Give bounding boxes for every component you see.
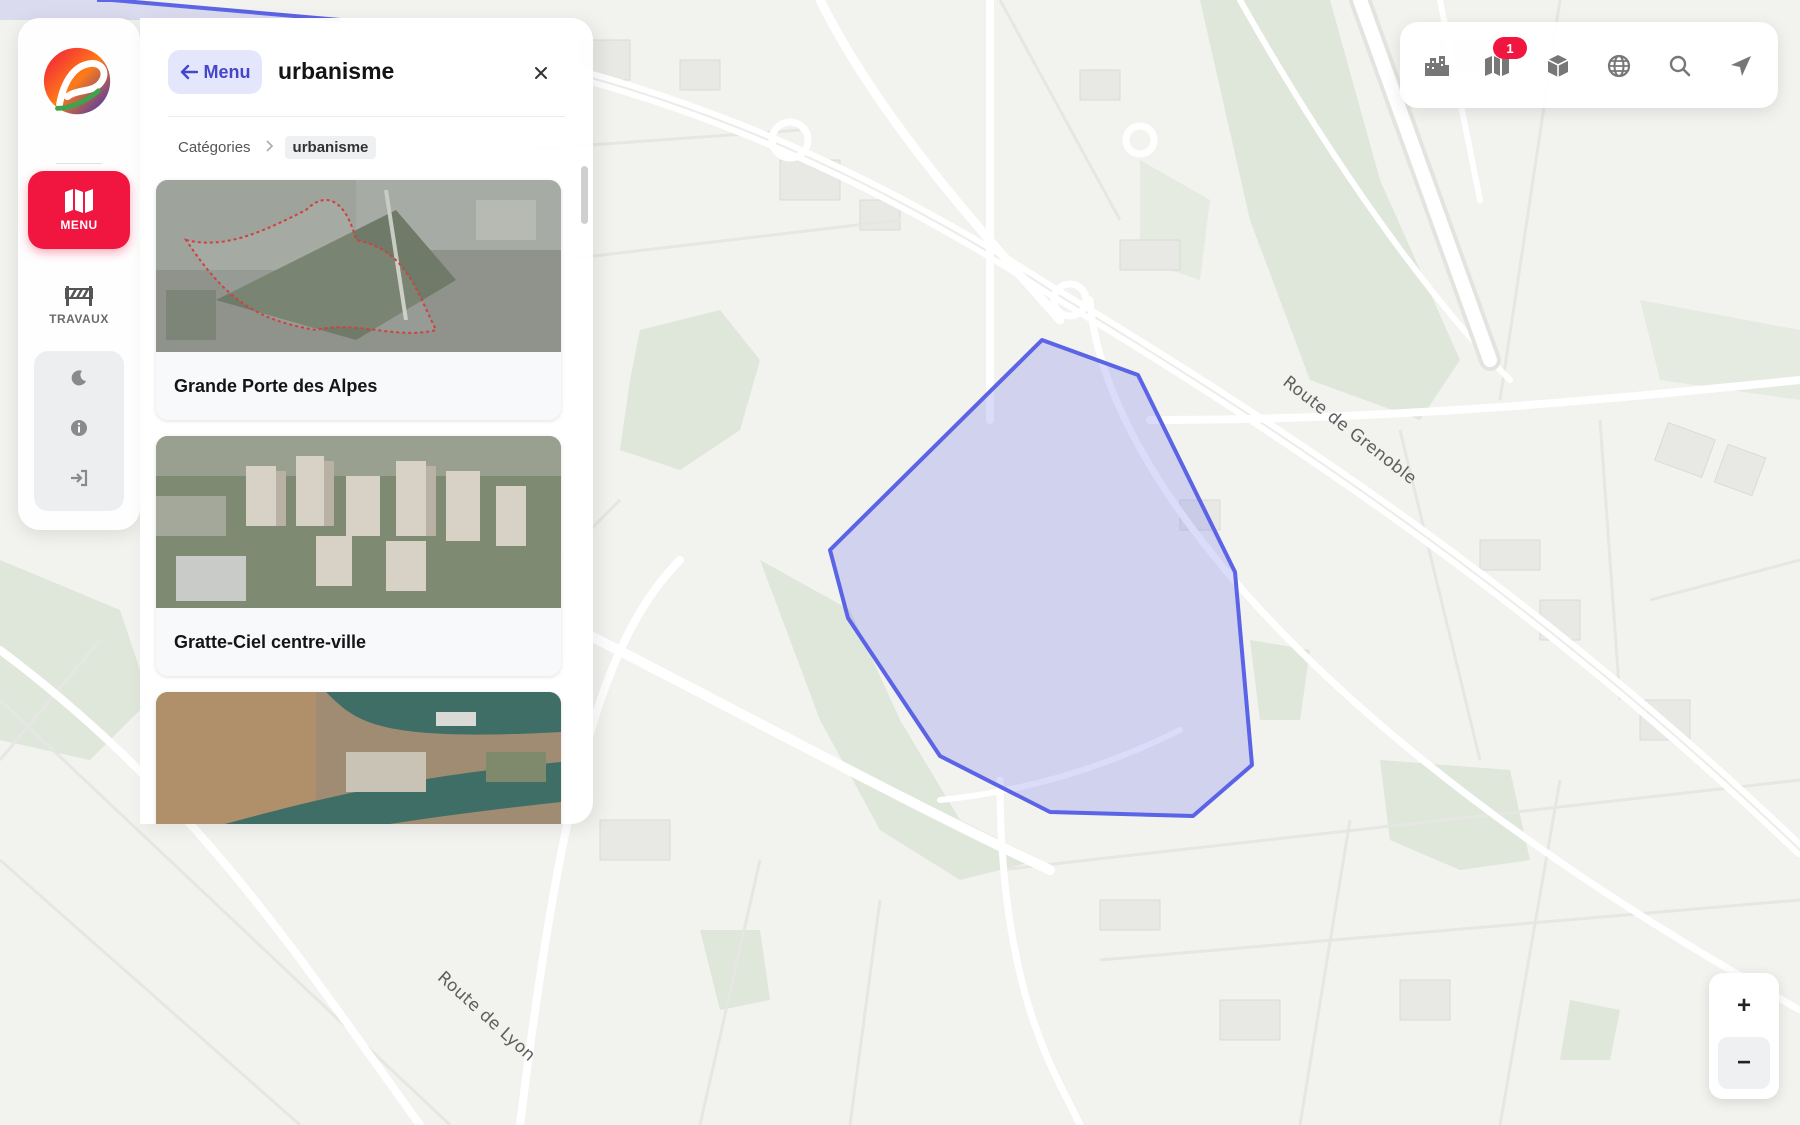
card-image-aerial-city (156, 436, 561, 608)
locate-icon (1731, 56, 1751, 76)
scrollbar[interactable] (581, 166, 588, 224)
city-icon (1425, 56, 1449, 76)
panel-divider (168, 116, 565, 117)
card-grande-porte-des-alpes[interactable]: Grande Porte des Alpes (156, 180, 561, 420)
cube-icon (1547, 55, 1569, 77)
breadcrumb-current: urbanisme (284, 136, 377, 159)
city-layer-button[interactable] (1424, 53, 1450, 79)
map-notification-badge: 1 (1493, 37, 1527, 59)
card-image-aerial-map (156, 180, 561, 352)
works-button[interactable]: TRAVAUX (28, 274, 130, 336)
back-button-label: Menu (203, 61, 251, 82)
close-panel-button[interactable] (528, 60, 554, 86)
map-icon (65, 189, 93, 213)
rail-divider (56, 163, 102, 164)
zoom-controls: + − (1709, 973, 1779, 1099)
roadblock-icon (65, 286, 93, 306)
breadcrumb-root[interactable]: Catégories (178, 139, 251, 156)
search-button[interactable] (1667, 53, 1693, 79)
back-to-menu-button[interactable]: Menu (168, 50, 262, 94)
panel-title: urbanisme (278, 58, 395, 84)
info-button[interactable] (67, 416, 91, 440)
card-title: Gratte-Ciel centre-ville (174, 632, 367, 652)
zoom-in-button[interactable]: + (1718, 980, 1770, 1032)
info-icon (71, 420, 87, 436)
card-riverside-aerial[interactable] (156, 692, 561, 824)
moon-icon (71, 370, 86, 386)
menu-button[interactable]: MENU (28, 171, 130, 249)
arrow-left-icon (180, 64, 198, 80)
close-icon (535, 67, 547, 79)
globe-icon (1607, 54, 1631, 78)
globe-button[interactable] (1606, 53, 1632, 79)
card-title: Grande Porte des Alpes (174, 376, 378, 396)
card-gratte-ciel-centre-ville[interactable]: Gratte-Ciel centre-ville (156, 436, 561, 676)
sidebar-rail: MENU TRAVAUX (18, 18, 140, 530)
chevron-right-icon (265, 139, 273, 156)
works-button-label: TRAVAUX (49, 312, 109, 326)
category-panel: Menu urbanisme Catégories urbanisme Gran… (140, 18, 593, 824)
menu-button-label: MENU (60, 218, 98, 232)
breadcrumb: Catégories urbanisme (178, 136, 377, 159)
zoom-out-button[interactable]: − (1718, 1037, 1770, 1089)
dark-mode-toggle[interactable] (67, 366, 91, 390)
3d-view-button[interactable] (1545, 53, 1571, 79)
app-logo[interactable] (40, 44, 118, 122)
settings-group (34, 351, 124, 511)
login-button[interactable] (67, 466, 91, 490)
login-icon (71, 469, 88, 487)
search-icon (1669, 55, 1691, 77)
card-image-aerial-river (156, 692, 561, 824)
map-toolbar (1400, 22, 1778, 108)
locate-button[interactable] (1728, 53, 1754, 79)
